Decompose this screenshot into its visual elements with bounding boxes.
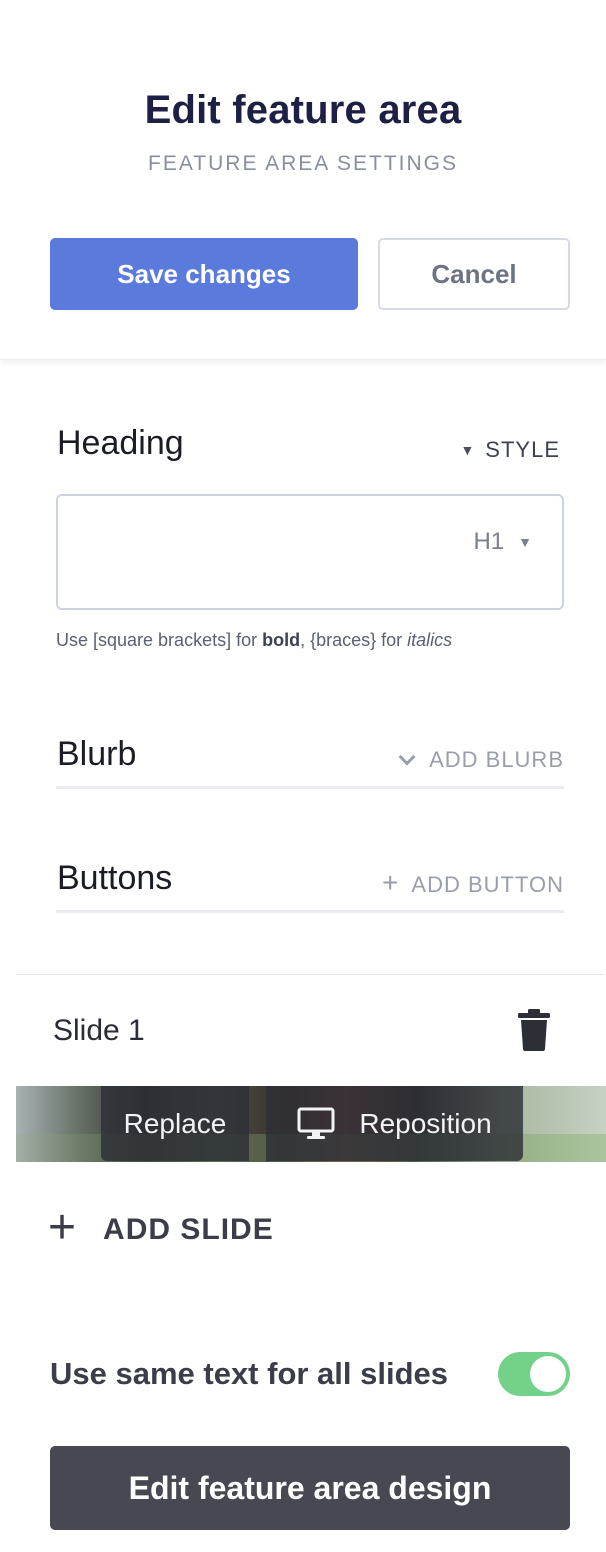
- add-button-label: ADD BUTTON: [411, 872, 564, 897]
- heading-level-select[interactable]: H1 ▼: [473, 528, 532, 556]
- plus-icon: +: [48, 1201, 78, 1254]
- hint-bold: bold: [262, 630, 301, 650]
- slide-label: Slide 1: [53, 1014, 145, 1047]
- heading-level-value: H1: [473, 528, 505, 555]
- blurb-divider: [56, 786, 564, 789]
- add-button-button[interactable]: + ADD BUTTON: [382, 867, 564, 899]
- same-text-toggle[interactable]: [498, 1352, 570, 1396]
- heading-input[interactable]: H1 ▼: [56, 494, 564, 610]
- triangle-down-icon: ▼: [518, 534, 532, 550]
- hint-prefix: Use [square brackets] for: [56, 630, 263, 650]
- add-slide-label: ADD SLIDE: [103, 1213, 274, 1246]
- edit-feature-area-design-button[interactable]: Edit feature area design: [50, 1446, 570, 1530]
- add-blurb-button[interactable]: ADD BLURB: [398, 747, 564, 773]
- reposition-label: Reposition: [359, 1107, 492, 1139]
- chevron-down-icon: [398, 748, 416, 766]
- buttons-divider: [56, 910, 564, 913]
- panel-header: Edit feature area FEATURE AREA SETTINGS …: [0, 0, 606, 360]
- add-blurb-label: ADD BLURB: [429, 747, 564, 772]
- toggle-knob: [530, 1356, 566, 1392]
- hint-middle: , {braces} for: [300, 630, 408, 650]
- formatting-hint: Use [square brackets] for bold, {braces}…: [56, 630, 452, 651]
- trash-icon[interactable]: [516, 1008, 552, 1052]
- add-slide-button[interactable]: + ADD SLIDE: [48, 1204, 274, 1252]
- triangle-down-icon: ▼: [460, 442, 476, 458]
- page-subtitle: FEATURE AREA SETTINGS: [148, 152, 458, 175]
- blurb-section-label: Blurb: [57, 735, 137, 773]
- style-toggle[interactable]: ▼ STYLE: [460, 437, 560, 463]
- section-divider: [16, 974, 604, 975]
- monitor-icon: [297, 1107, 335, 1139]
- replace-label: Replace: [123, 1107, 227, 1139]
- style-label: STYLE: [485, 437, 560, 462]
- reposition-image-button[interactable]: Reposition: [266, 1086, 523, 1161]
- page-title: Edit feature area: [144, 88, 462, 132]
- plus-icon: +: [382, 867, 400, 898]
- slide-image: Replace Reposition: [16, 1086, 606, 1162]
- buttons-section-label: Buttons: [57, 859, 173, 897]
- replace-image-button[interactable]: Replace: [101, 1086, 249, 1161]
- hint-italic: italics: [407, 630, 453, 650]
- save-changes-button[interactable]: Save changes: [50, 238, 358, 310]
- cancel-button[interactable]: Cancel: [378, 238, 570, 310]
- same-text-toggle-label: Use same text for all slides: [50, 1356, 449, 1391]
- heading-section-label: Heading: [57, 424, 184, 462]
